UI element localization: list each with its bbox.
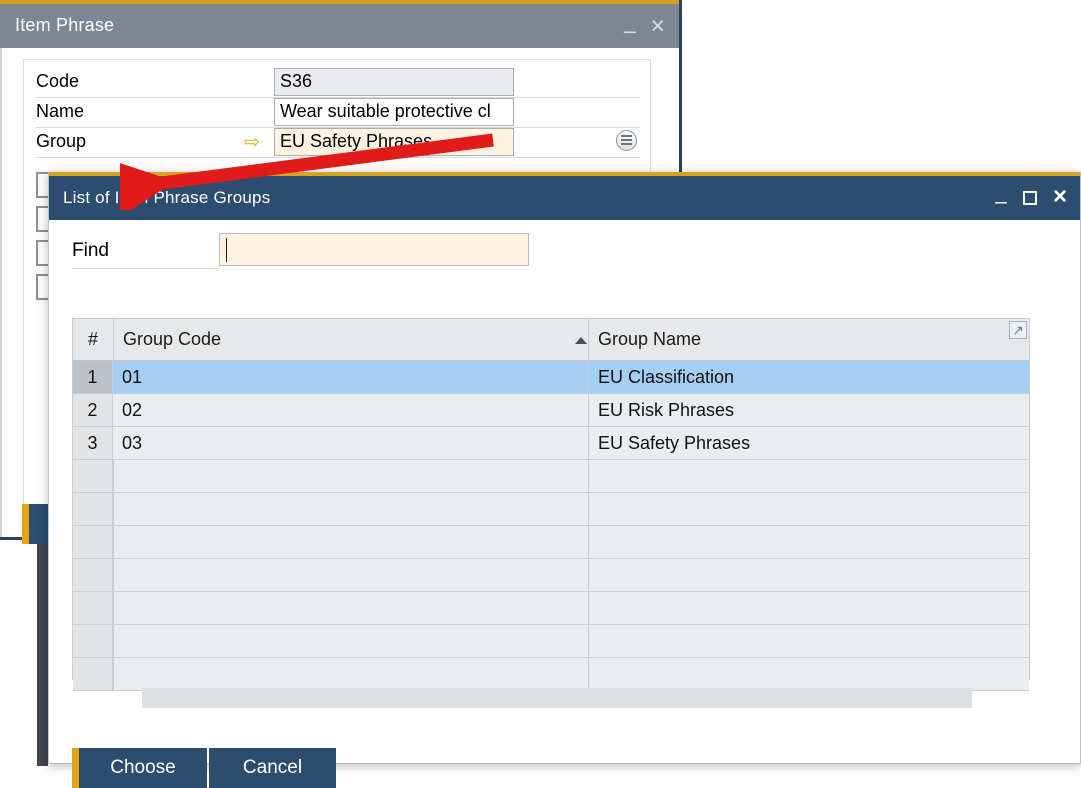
minimize-icon[interactable]: – bbox=[624, 20, 636, 42]
item-phrase-window-title: Item Phrase bbox=[15, 15, 114, 36]
table-row[interactable]: 202EU Risk Phrases bbox=[73, 394, 1029, 427]
cell-group-name bbox=[588, 526, 1029, 558]
screen-root: Item Phrase – × Code S36 Name Wear suita… bbox=[0, 0, 1081, 766]
cell-group-code bbox=[113, 625, 588, 657]
table-row-empty[interactable] bbox=[73, 658, 1029, 691]
row-index: 3 bbox=[73, 427, 113, 459]
item-phrase-titlebar: Item Phrase – × bbox=[0, 4, 679, 48]
code-label: Code bbox=[36, 71, 79, 92]
cell-group-code bbox=[113, 592, 588, 624]
form-row-code: Code S36 bbox=[36, 68, 640, 98]
cell-group-code: 01 bbox=[113, 361, 588, 393]
dialog-body: Find # Group Code Group Name ↗ 101EU Cla… bbox=[49, 220, 1080, 763]
table-row[interactable]: 303EU Safety Phrases bbox=[73, 427, 1029, 460]
form-row-name: Name Wear suitable protective cl bbox=[36, 98, 640, 128]
dialog-maximize-icon[interactable] bbox=[1023, 191, 1037, 205]
text-caret bbox=[226, 238, 227, 262]
cell-group-name bbox=[588, 592, 1029, 624]
column-header-index[interactable]: # bbox=[73, 319, 113, 360]
form-row-group: Group ⇨ EU Safety Phrases bbox=[36, 128, 640, 158]
row-index bbox=[73, 526, 113, 558]
cell-group-name bbox=[588, 625, 1029, 657]
cell-group-code bbox=[113, 658, 588, 690]
find-label-underline bbox=[72, 268, 220, 269]
column-header-group-name[interactable]: Group Name bbox=[588, 319, 1029, 360]
code-field[interactable]: S36 bbox=[274, 68, 514, 96]
cell-group-name: EU Safety Phrases bbox=[588, 427, 1029, 459]
grid-header-row: # Group Code Group Name ↗ bbox=[73, 319, 1029, 361]
row-index: 2 bbox=[73, 394, 113, 426]
cell-group-name bbox=[588, 559, 1029, 591]
choose-button[interactable]: Choose bbox=[72, 748, 207, 788]
row-index bbox=[73, 592, 113, 624]
grid-rows-container: 101EU Classification202EU Risk Phrases30… bbox=[73, 361, 1029, 691]
table-row-empty[interactable] bbox=[73, 460, 1029, 493]
row-index bbox=[73, 625, 113, 657]
cell-group-name: EU Classification bbox=[588, 361, 1029, 393]
group-label: Group bbox=[36, 131, 86, 152]
column-header-group-code[interactable]: Group Code bbox=[113, 319, 588, 360]
cell-group-name bbox=[588, 493, 1029, 525]
table-row-empty[interactable] bbox=[73, 559, 1029, 592]
cell-group-name bbox=[588, 658, 1029, 690]
find-input[interactable] bbox=[219, 233, 529, 266]
group-indicator-arrow-icon: ⇨ bbox=[244, 133, 260, 152]
row-index: 1 bbox=[73, 361, 113, 393]
table-row-empty[interactable] bbox=[73, 625, 1029, 658]
cell-group-code bbox=[113, 493, 588, 525]
table-row[interactable]: 101EU Classification bbox=[73, 361, 1029, 394]
cell-group-code: 02 bbox=[113, 394, 588, 426]
row-index bbox=[73, 658, 113, 690]
close-icon[interactable]: × bbox=[650, 14, 665, 39]
row-index bbox=[73, 493, 113, 525]
list-of-item-phrase-groups-dialog: List of Item Phrase Groups – × Find # bbox=[48, 172, 1081, 764]
dialog-window-controls: – × bbox=[995, 176, 1067, 220]
find-label: Find bbox=[72, 240, 109, 262]
sort-ascending-icon[interactable] bbox=[575, 337, 587, 344]
cell-group-name: EU Risk Phrases bbox=[588, 394, 1029, 426]
groups-grid: # Group Code Group Name ↗ 101EU Classifi… bbox=[72, 318, 1030, 680]
cell-group-name bbox=[588, 460, 1029, 492]
dialog-titlebar: List of Item Phrase Groups – × bbox=[49, 176, 1080, 220]
name-field[interactable]: Wear suitable protective cl bbox=[274, 98, 514, 126]
cell-group-code bbox=[113, 559, 588, 591]
dialog-minimize-icon[interactable]: – bbox=[995, 191, 1007, 212]
cell-group-code bbox=[113, 460, 588, 492]
dialog-close-icon[interactable]: × bbox=[1053, 185, 1067, 209]
row-index bbox=[73, 559, 113, 591]
group-selector-icon[interactable] bbox=[616, 130, 637, 151]
group-field[interactable]: EU Safety Phrases bbox=[274, 128, 514, 156]
cell-group-code: 03 bbox=[113, 427, 588, 459]
table-row-empty[interactable] bbox=[73, 493, 1029, 526]
row-index bbox=[73, 460, 113, 492]
dialog-title: List of Item Phrase Groups bbox=[63, 188, 270, 208]
cell-group-code bbox=[113, 526, 588, 558]
cancel-button[interactable]: Cancel bbox=[209, 748, 336, 788]
horizontal-scrollbar[interactable] bbox=[142, 688, 972, 708]
name-label: Name bbox=[36, 101, 84, 122]
table-row-empty[interactable] bbox=[73, 592, 1029, 625]
desktop-dark-strip bbox=[37, 540, 48, 766]
table-row-empty[interactable] bbox=[73, 526, 1029, 559]
expand-arrow-icon[interactable]: ↗ bbox=[1009, 321, 1027, 339]
find-row: Find bbox=[72, 233, 547, 269]
